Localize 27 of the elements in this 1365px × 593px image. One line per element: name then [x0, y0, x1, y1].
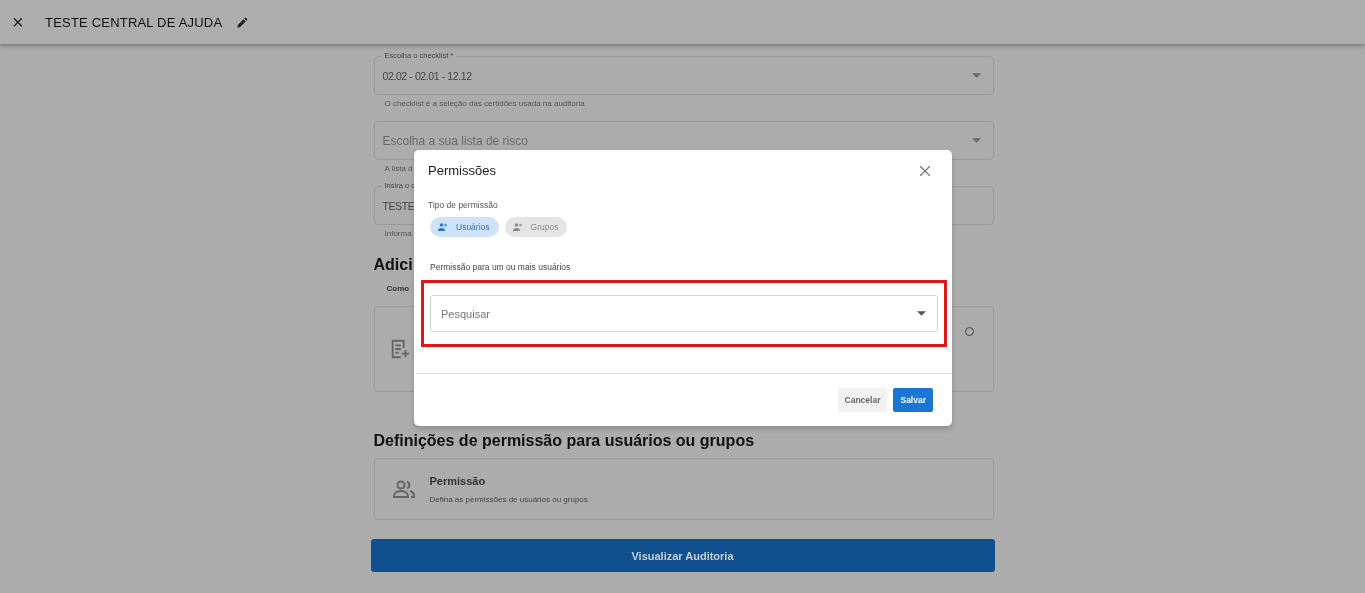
search-field[interactable]: Pesquisar	[430, 295, 938, 332]
group-icon	[511, 221, 524, 233]
close-icon[interactable]	[920, 165, 930, 176]
caret-icon	[917, 311, 926, 316]
type-label: Tipo de permissão	[428, 200, 499, 210]
search-label: Permissão para um ou mais usuários	[430, 262, 572, 272]
section-heading: Adici	[373, 256, 413, 274]
save-button[interactable]: Salvar	[893, 388, 933, 412]
card-title: Permissão	[429, 474, 487, 487]
caret-icon	[971, 73, 981, 78]
section-heading: Definições de permissão para usuários ou grupos	[373, 432, 755, 450]
edit-icon[interactable]	[236, 15, 250, 29]
caret-icon	[971, 138, 981, 143]
helper-text: A lista d	[384, 164, 413, 173]
card-description: Defina as permissões de usuários ou grupos	[429, 494, 588, 504]
close-button[interactable]: ×	[12, 10, 45, 34]
people-icon	[437, 221, 449, 233]
permission-card[interactable]: Permissão Defina as permissões de usuários ou grupos	[373, 458, 994, 520]
view-audit-button[interactable]: Visualizar Auditoria	[370, 539, 995, 572]
section-subheading: Como	[386, 284, 410, 293]
helper-text: Informa	[384, 229, 412, 238]
dialog-title: Permissões	[428, 163, 496, 178]
cancel-button[interactable]: Cancelar	[837, 388, 888, 412]
page-title: TESTE CENTRAL DE AJUDA	[45, 14, 223, 30]
helper-text: O checklist é a seleção das certidões usada na auditoria	[384, 99, 585, 108]
type-chip[interactable]: Usuários	[430, 217, 499, 237]
type-chip[interactable]: Grupos	[504, 217, 568, 237]
